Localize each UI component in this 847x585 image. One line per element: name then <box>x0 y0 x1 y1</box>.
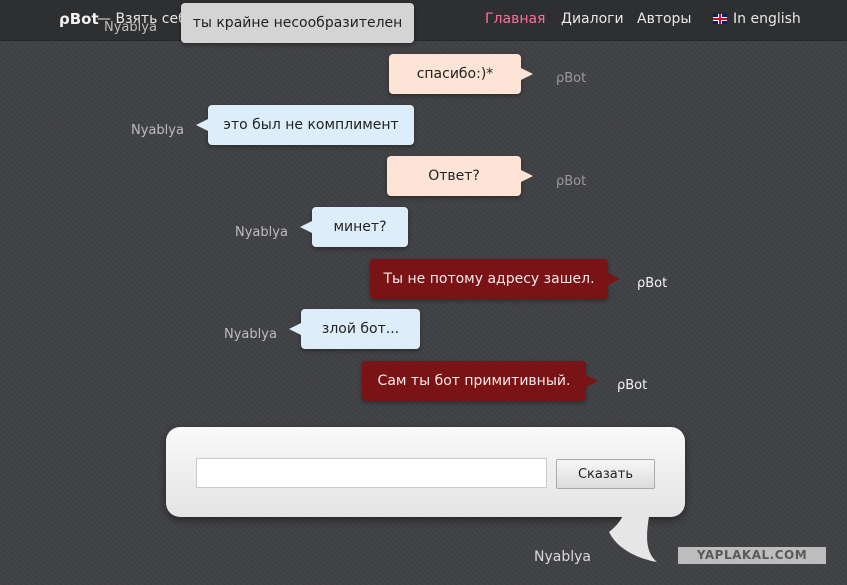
chat-message-user: минет? <box>300 207 408 247</box>
bubble-tail <box>608 273 620 285</box>
bubble-tail <box>586 375 598 387</box>
message-text: злой бот... <box>321 321 400 337</box>
message-author: Nyablya <box>104 20 157 35</box>
message-author: Nyablya <box>235 225 288 240</box>
logo[interactable]: ρBot <box>59 10 99 28</box>
nav-home[interactable]: Главная <box>485 11 545 27</box>
uk-flag-icon <box>713 14 727 24</box>
bubble-tail <box>196 119 208 131</box>
message-text: минет? <box>333 219 387 235</box>
nav-english-label: In english <box>733 11 801 27</box>
say-button[interactable]: Сказать <box>556 459 655 489</box>
bubble-tail <box>521 68 533 80</box>
message-text: Ты не потому адресу зашел. <box>383 271 595 287</box>
chat-message-bot: Ты не потому адресу зашел. <box>370 259 620 299</box>
message-author: Nyablya <box>224 327 277 342</box>
chat-message-bot: спасибо:)* <box>389 54 533 94</box>
nav-authors[interactable]: Авторы <box>637 11 692 27</box>
chat-message-user: ты крайне несообразителен <box>181 3 414 43</box>
chat-message-bot: Сам ты бот примитивный. <box>362 361 598 401</box>
watermark: YAPLAKAL.COM <box>678 547 826 564</box>
message-author: ρBot <box>637 276 668 291</box>
bubble-tail <box>289 323 301 335</box>
message-text: это был не комплимент <box>223 117 399 133</box>
message-author: ρBot <box>556 71 587 86</box>
bubble-tail <box>300 221 312 233</box>
message-text: Ответ? <box>428 168 480 184</box>
message-text: спасибо:)* <box>416 66 494 82</box>
chat-message-bot: Ответ? <box>387 156 533 196</box>
message-author: ρBot <box>556 174 587 189</box>
chat-message-user: это был не комплимент <box>196 105 414 145</box>
message-text: Сам ты бот примитивный. <box>377 373 571 389</box>
chat-message-user: злой бот... <box>289 309 420 349</box>
message-author: ρBot <box>617 378 648 393</box>
message-author: Nyablya <box>131 123 184 138</box>
nav-english[interactable]: In english <box>713 11 801 27</box>
message-input[interactable] <box>196 458 547 488</box>
composer-tail <box>609 510 657 562</box>
nav-dialogs[interactable]: Диалоги <box>561 11 624 27</box>
message-text: ты крайне несообразителен <box>192 15 403 31</box>
bubble-tail <box>521 170 533 182</box>
composer-user-name: Nyablya <box>534 549 591 565</box>
